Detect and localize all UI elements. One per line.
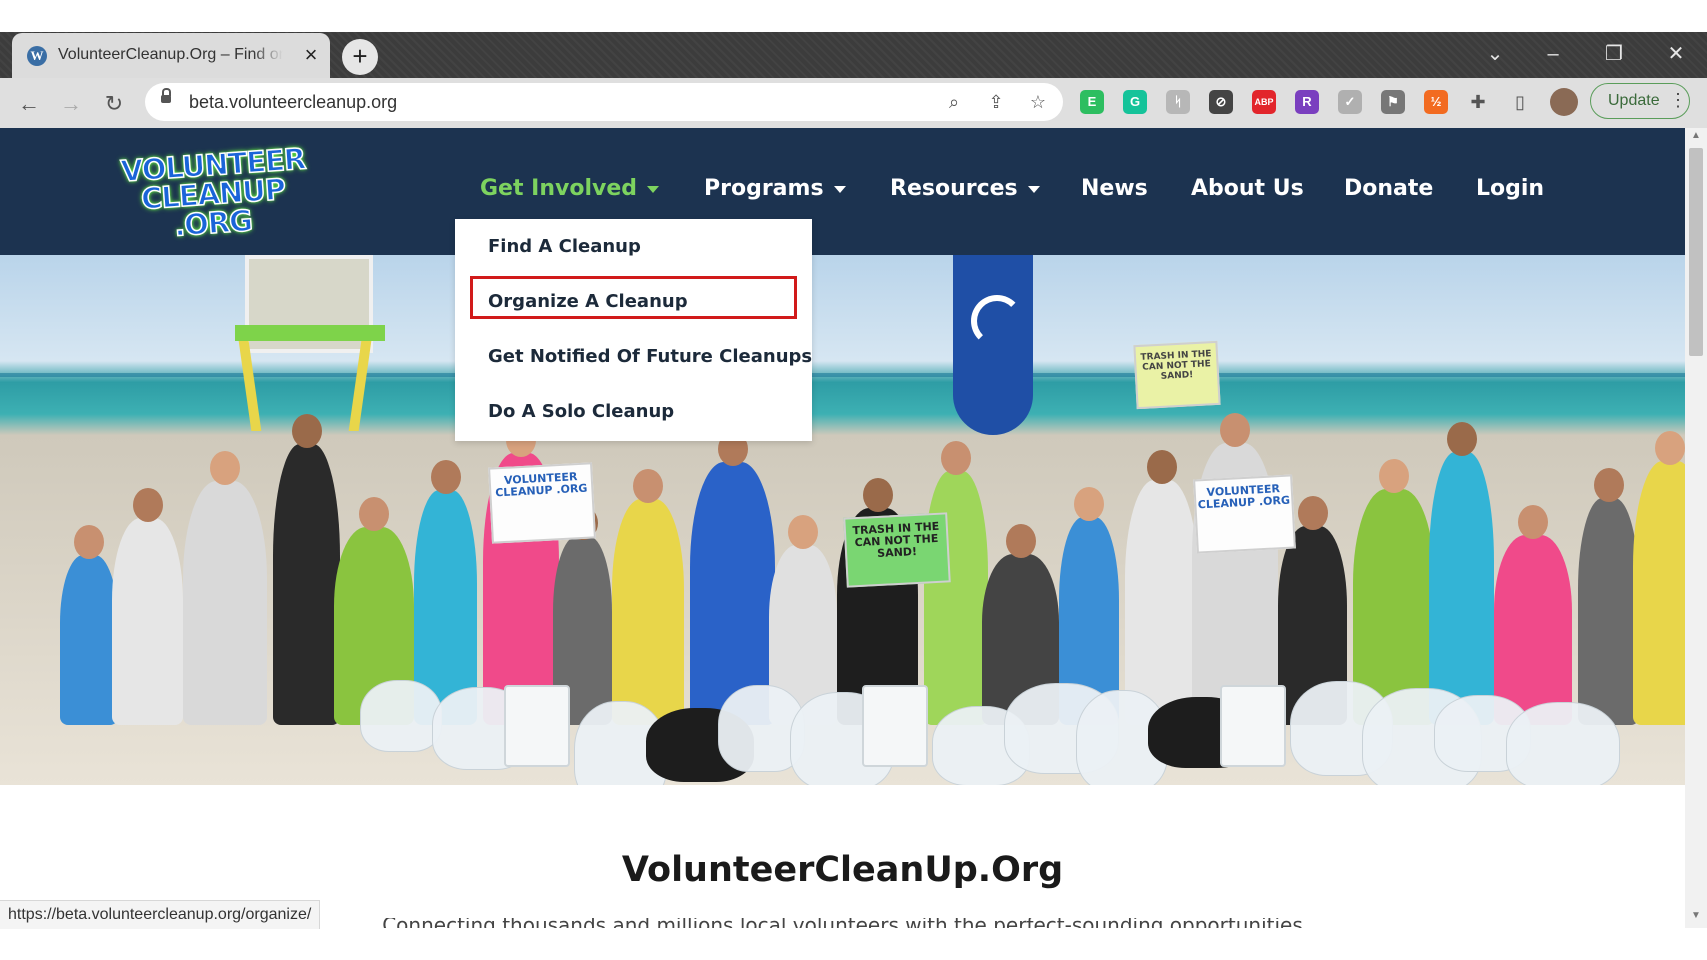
wordpress-icon: W — [27, 46, 47, 66]
nav-news[interactable]: News — [1081, 176, 1148, 201]
section-title: VolunteerCleanUp.Org — [621, 850, 1064, 890]
hero-sign: VOLUNTEER CLEANUP .ORG — [1193, 474, 1296, 554]
page-viewport: VOLUNTEER CLEANUP .ORG Get Involved Progr… — [0, 128, 1685, 928]
browser-tab-strip: W VolunteerCleanup.Org – Find or Organiz… — [0, 32, 1707, 78]
bucket — [1220, 685, 1286, 767]
site-logo[interactable]: VOLUNTEER CLEANUP .ORG — [118, 141, 308, 248]
caret-down-icon — [833, 185, 846, 193]
nav-label: Programs — [704, 176, 824, 201]
hero-sign: TRASH IN THE CAN NOT THE SAND! — [843, 512, 951, 588]
bucket — [504, 685, 570, 767]
update-label: Update — [1608, 92, 1660, 109]
nav-donate[interactable]: Donate — [1344, 176, 1433, 201]
forward-arrow-icon[interactable]: → — [57, 90, 85, 118]
dropdown-item-get-notified-of-future-cleanups[interactable]: Get Notified Of Future Cleanups — [488, 346, 812, 367]
browser-toolbar: ← → ↻ beta.volunteercleanup.org ⌕ ⇪ ☆ EG… — [0, 78, 1707, 128]
tab-search-chevron-icon[interactable]: ⌄ — [1475, 38, 1515, 70]
nav-label: About Us — [1191, 176, 1304, 201]
caret-down-icon — [1027, 185, 1040, 193]
restore-window-button[interactable]: ❐ — [1594, 38, 1634, 70]
dropdown-item-organize-a-cleanup[interactable]: Organize A Cleanup — [488, 291, 688, 312]
nav-about-us[interactable]: About Us — [1191, 176, 1304, 201]
reload-icon[interactable]: ↻ — [100, 90, 128, 118]
lock-icon[interactable] — [161, 88, 171, 103]
scroll-thumb[interactable] — [1689, 148, 1703, 356]
link-status-bar: https://beta.volunteercleanup.org/organi… — [0, 900, 321, 929]
more-menu-icon[interactable]: ⋮ — [1669, 90, 1687, 111]
tab-title: VolunteerCleanup.Org – Find or Organize … — [58, 46, 283, 64]
update-button[interactable]: Update ⋮ — [1590, 83, 1690, 119]
minimize-window-button[interactable]: – — [1533, 38, 1573, 70]
evernote-extension-icon[interactable]: E — [1080, 90, 1104, 114]
address-bar[interactable]: beta.volunteercleanup.org ⌕ ⇪ ☆ — [145, 83, 1063, 121]
bucket — [862, 685, 928, 767]
close-tab-icon[interactable]: × — [298, 42, 324, 68]
grammarly-extension-icon[interactable]: G — [1123, 90, 1147, 114]
url-text[interactable]: beta.volunteercleanup.org — [189, 92, 397, 113]
hero-sign: VOLUNTEER CLEANUP .ORG — [488, 462, 596, 544]
close-window-button[interactable]: ✕ — [1656, 38, 1696, 70]
hero-image: VOLUNTEER CLEANUP .ORG TRASH IN THE CAN … — [0, 255, 1685, 785]
trash-bag — [1506, 702, 1620, 785]
nav-login[interactable]: Login — [1476, 176, 1544, 201]
profile-avatar[interactable] — [1550, 88, 1578, 116]
ghost-extension-icon[interactable]: ᛋ — [1166, 90, 1190, 114]
orange-extension-icon[interactable]: ½ — [1424, 90, 1448, 114]
nav-label: News — [1081, 176, 1148, 201]
side-panel-icon[interactable]: ▯ — [1507, 89, 1533, 115]
vertical-scrollbar[interactable]: ▲ ▼ — [1685, 128, 1707, 928]
puzzle-flag-extension-icon[interactable]: ⚑ — [1381, 90, 1405, 114]
nav-get-involved[interactable]: Get Involved — [480, 176, 660, 201]
r-extension-icon[interactable]: R — [1295, 90, 1319, 114]
scroll-up-arrow-icon[interactable]: ▲ — [1690, 130, 1702, 141]
nav-label: Get Involved — [480, 176, 638, 201]
get-involved-dropdown: Find A Cleanup Organize A Cleanup Get Noti… — [455, 219, 812, 441]
collected-trash — [0, 655, 1685, 785]
nav-resources[interactable]: Resources — [890, 176, 1040, 201]
trash-bag — [360, 680, 442, 752]
site-header: VOLUNTEER CLEANUP .ORG Get Involved Progr… — [0, 128, 1685, 255]
nav-label: Resources — [890, 176, 1018, 201]
nav-label: Login — [1476, 176, 1545, 201]
dropdown-item-find-a-cleanup[interactable]: Find A Cleanup — [488, 236, 641, 257]
check-extension-icon[interactable]: ✓ — [1338, 90, 1362, 114]
screen-top-margin — [0, 0, 1707, 32]
scroll-down-arrow-icon[interactable]: ▼ — [1690, 910, 1702, 921]
nav-programs[interactable]: Programs — [704, 176, 846, 201]
zoom-icon[interactable]: ⌕ — [941, 89, 967, 115]
extensions-puzzle-icon[interactable]: ✚ — [1465, 89, 1491, 115]
eye-off-extension-icon[interactable]: ⊘ — [1209, 90, 1233, 114]
nav-label: Donate — [1344, 176, 1434, 201]
dropdown-item-do-a-solo-cleanup[interactable]: Do A Solo Cleanup — [488, 401, 674, 422]
caret-down-icon — [647, 185, 660, 193]
share-icon[interactable]: ⇪ — [983, 89, 1009, 115]
adblock-plus-extension-icon[interactable]: ABP — [1252, 90, 1276, 114]
back-arrow-icon[interactable]: ← — [15, 90, 43, 118]
browser-tab[interactable]: W VolunteerCleanup.Org – Find or Organiz… — [12, 33, 330, 78]
bookmark-star-icon[interactable]: ☆ — [1025, 89, 1051, 115]
new-tab-button[interactable]: + — [342, 39, 378, 75]
hero-sign: TRASH IN THE CAN NOT THE SAND! — [1133, 340, 1221, 410]
